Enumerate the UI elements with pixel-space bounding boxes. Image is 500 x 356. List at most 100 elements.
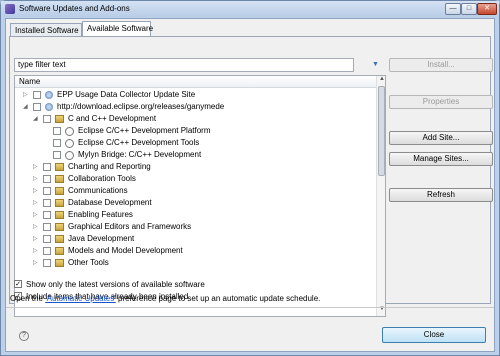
tree-row[interactable]: Mylyn Bridge: C/C++ Development [15, 149, 375, 161]
expand-icon[interactable]: ▷ [33, 199, 40, 206]
collapse-icon[interactable]: ◢ [23, 103, 30, 110]
expand-icon[interactable]: ▷ [33, 235, 40, 242]
expand-icon[interactable]: ▷ [23, 91, 30, 98]
tree-row[interactable]: ▷ Other Tools [15, 257, 375, 269]
row-checkbox[interactable] [43, 199, 51, 207]
tree-row-label: Models and Model Development [68, 246, 183, 255]
tree-row[interactable]: ▷ EPP Usage Data Collector Update Site [15, 89, 375, 101]
plugin-icon [65, 139, 74, 148]
tree-row-label: Database Development [68, 198, 152, 207]
close-button[interactable]: Close [382, 327, 486, 343]
plugin-icon [65, 151, 74, 160]
scroll-up-icon[interactable]: ▲ [377, 76, 385, 85]
properties-button[interactable]: Properties [389, 95, 493, 109]
dialog-content: Installed Software Available Software ty… [5, 18, 495, 352]
help-icon[interactable]: ? [19, 331, 29, 341]
tree-row-label: C and C++ Development [68, 114, 157, 123]
tree-vertical-scrollbar[interactable]: ▲ ▼ [376, 76, 385, 316]
refresh-button[interactable]: Refresh [389, 188, 493, 202]
category-icon [55, 235, 64, 243]
tree-row[interactable]: ▷ Models and Model Development [15, 245, 375, 257]
tree-row-label: Other Tools [68, 258, 109, 267]
site-icon [45, 91, 53, 99]
manage-sites-button[interactable]: Manage Sites... [389, 152, 493, 166]
tree-row[interactable]: ▷ Communications [15, 185, 375, 197]
expand-icon[interactable]: ▷ [33, 223, 40, 230]
note-prefix: Open the [10, 294, 46, 303]
expand-icon[interactable]: ▷ [33, 211, 40, 218]
tree-row[interactable]: ▷ Database Development [15, 197, 375, 209]
tree-row[interactable]: ▷ Enabling Features [15, 209, 375, 221]
tree-row[interactable]: ▷ Charting and Reporting [15, 161, 375, 173]
tree-row-label: Communications [68, 186, 128, 195]
filter-dropdown-icon[interactable]: ▼ [372, 61, 379, 68]
add-site-button[interactable]: Add Site... [389, 131, 493, 145]
show-latest-checkbox[interactable]: ✓ [14, 280, 22, 288]
maximize-icon[interactable]: □ [461, 3, 477, 15]
row-checkbox[interactable] [43, 259, 51, 267]
category-icon [55, 163, 64, 171]
tree-header-name[interactable]: Name [15, 76, 377, 88]
tree-row-label: Charting and Reporting [68, 162, 151, 171]
tree-row[interactable]: ◢ C and C++ Development [15, 113, 375, 125]
category-icon [55, 175, 64, 183]
row-checkbox[interactable] [43, 163, 51, 171]
expand-icon[interactable]: ▷ [33, 163, 40, 170]
category-icon [55, 223, 64, 231]
title-bar: Software Updates and Add-ons — □ ✕ [1, 1, 499, 17]
window-title: Software Updates and Add-ons [19, 4, 130, 13]
scroll-thumb[interactable] [378, 86, 385, 176]
tree-row[interactable]: ▷ Graphical Editors and Frameworks [15, 221, 375, 233]
row-checkbox[interactable] [43, 223, 51, 231]
tree-row-label: Graphical Editors and Frameworks [68, 222, 192, 231]
available-software-panel: type filter text ▼ Name ▷ EPP Usage Data… [9, 36, 493, 317]
plugin-icon [65, 127, 74, 136]
expand-icon[interactable]: ▷ [33, 175, 40, 182]
install-button[interactable]: Install... [389, 58, 493, 72]
category-icon [55, 115, 64, 123]
expand-icon[interactable]: ▷ [33, 247, 40, 254]
row-checkbox[interactable] [43, 235, 51, 243]
row-checkbox[interactable] [43, 175, 51, 183]
tree-row-label: Collaboration Tools [68, 174, 136, 183]
category-icon [55, 187, 64, 195]
expand-icon[interactable]: ▷ [33, 187, 40, 194]
row-checkbox[interactable] [43, 187, 51, 195]
row-checkbox[interactable] [53, 151, 61, 159]
tree-row[interactable]: Eclipse C/C++ Development Tools [15, 137, 375, 149]
close-icon[interactable]: ✕ [477, 3, 497, 15]
note-suffix: preference page to set up an automatic u… [115, 294, 321, 303]
dialog-window: Software Updates and Add-ons — □ ✕ Insta… [0, 0, 500, 356]
row-checkbox[interactable] [43, 211, 51, 219]
tree-row[interactable]: ▷ Collaboration Tools [15, 173, 375, 185]
row-checkbox[interactable] [53, 127, 61, 135]
tree-row-label: Enabling Features [68, 210, 133, 219]
tab-installed-software[interactable]: Installed Software [10, 23, 82, 37]
category-icon [55, 211, 64, 219]
tree-row-label: Java Development [68, 234, 135, 243]
tab-available-software[interactable]: Available Software [82, 21, 153, 37]
tree-row-label: Mylyn Bridge: C/C++ Development [78, 150, 202, 159]
tree-row-label: Eclipse C/C++ Development Tools [78, 138, 200, 147]
row-checkbox[interactable] [33, 103, 41, 111]
automatic-updates-note: Open the 'Automatic Updates' preference … [10, 294, 320, 303]
row-checkbox[interactable] [53, 139, 61, 147]
minimize-icon[interactable]: — [445, 3, 461, 15]
row-checkbox[interactable] [43, 247, 51, 255]
app-icon [5, 4, 15, 14]
site-icon [45, 103, 53, 111]
category-icon [55, 199, 64, 207]
category-icon [55, 247, 64, 255]
row-checkbox[interactable] [43, 115, 51, 123]
category-icon [55, 259, 64, 267]
expand-icon[interactable]: ▷ [33, 259, 40, 266]
tree-row[interactable]: ◢ http://download.eclipse.org/releases/g… [15, 101, 375, 113]
tree-row-label: EPP Usage Data Collector Update Site [57, 90, 196, 99]
collapse-icon[interactable]: ◢ [33, 115, 40, 122]
tree-row[interactable]: Eclipse C/C++ Development Platform [15, 125, 375, 137]
automatic-updates-link[interactable]: 'Automatic Updates' [45, 294, 116, 303]
tree-row-label: http://download.eclipse.org/releases/gan… [57, 102, 225, 111]
filter-input[interactable]: type filter text [14, 58, 354, 72]
tree-row[interactable]: ▷ Java Development [15, 233, 375, 245]
row-checkbox[interactable] [33, 91, 41, 99]
